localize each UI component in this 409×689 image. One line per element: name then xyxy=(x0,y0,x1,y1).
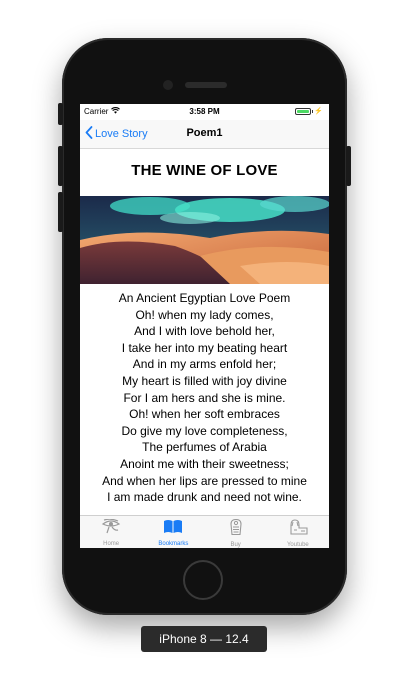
tab-bookmarks-label: Bookmarks xyxy=(158,541,189,547)
battery-icon: ⚡ xyxy=(295,107,323,115)
tab-buy-label: Buy xyxy=(230,542,241,548)
poem-line: I take her into my beating heart xyxy=(121,340,288,355)
earpiece xyxy=(185,82,227,88)
front-camera xyxy=(163,80,173,90)
navigation-bar: Love Story Poem1 xyxy=(80,120,329,149)
open-book-icon xyxy=(163,519,183,539)
status-bar: Carrier 3:58 PM ⚡ xyxy=(80,104,329,120)
tab-home[interactable]: Home xyxy=(80,516,142,548)
eye-of-horus-icon xyxy=(101,518,121,539)
home-button[interactable] xyxy=(183,560,223,600)
poem-line: An Ancient Egyptian Love Poem xyxy=(118,291,291,305)
poem-line: For I am hers and she is mine. xyxy=(123,390,286,405)
tab-youtube-label: Youtube xyxy=(286,542,309,548)
poem-line: The perfumes of Arabia xyxy=(142,440,267,455)
desert-banner-image xyxy=(80,196,329,284)
charging-bolt-icon: ⚡ xyxy=(314,108,323,115)
sphinx-icon xyxy=(287,519,309,540)
poem-line: My heart is filled with joy divine xyxy=(122,373,287,388)
poem-line: Oh! when my lady comes, xyxy=(135,307,274,322)
tab-buy[interactable]: Buy xyxy=(205,516,267,548)
tab-bar: Home Bookmarks Buy Youtube xyxy=(80,515,329,548)
sarcophagus-icon xyxy=(230,518,242,540)
poem-line: And in my arms enfold her; xyxy=(132,357,277,372)
poem-line: Oh! when her soft embraces xyxy=(129,407,280,422)
poem-title: THE WINE OF LOVE xyxy=(131,162,278,179)
volume-up-button xyxy=(58,146,63,186)
nav-title: Poem1 xyxy=(186,127,223,139)
poem-line: Do give my love completeness, xyxy=(121,423,288,438)
poem-line: And I with love behold her, xyxy=(134,324,275,339)
volume-down-button xyxy=(58,192,63,232)
status-time: 3:58 PM xyxy=(189,107,220,116)
poem-body: An Ancient Egyptian Love Poem Oh! when m… xyxy=(80,290,329,506)
mute-switch xyxy=(58,103,63,125)
tab-bookmarks[interactable]: Bookmarks xyxy=(142,516,204,548)
app-screen: Carrier 3:58 PM ⚡ Love Story Poem1 THE W… xyxy=(80,104,329,548)
power-button xyxy=(346,146,351,186)
device-caption: iPhone 8 — 12.4 xyxy=(141,626,267,652)
tab-home-label: Home xyxy=(103,541,120,547)
poem-line: And when her lips are pressed to mine xyxy=(102,473,307,488)
tab-youtube[interactable]: Youtube xyxy=(267,516,329,548)
poem-line: I am made drunk and need not wine. xyxy=(107,490,302,505)
poem-line: Anoint me with their sweetness; xyxy=(120,456,289,471)
